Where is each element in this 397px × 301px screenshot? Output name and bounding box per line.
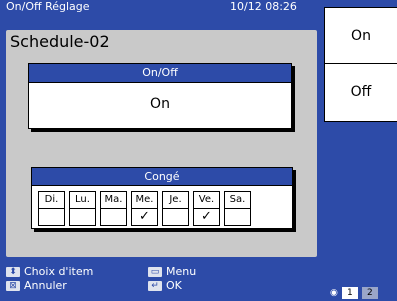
option-column: On Off [321,0,397,301]
menu-icon: ▭ [148,266,162,277]
enter-icon: ↵ [148,280,162,291]
holiday-card: Congé Di. Lu. Ma. Me. ✓ Je. Ve. ✓ Sa. [31,167,293,229]
off-button[interactable]: Off [324,63,397,122]
on-button[interactable]: On [324,7,397,66]
day-check [39,209,64,225]
ok-hint: ↵ OK [148,279,182,292]
footer: ⬍ Choix d'item ⊠ Annuler ▭ Menu ↵ OK [0,263,321,301]
day-label: Ma. [101,192,126,209]
pager: ◉ 1 2 [330,287,378,299]
top-bar: On/Off Réglage 10/12 08:26 [0,0,321,30]
day-label: Ve. [194,192,219,209]
select-hint: ⬍ Choix d'item [6,265,93,278]
select-hint-label: Choix d'item [24,265,94,278]
settings-panel: Schedule-02 On/Off On Congé Di. Lu. Ma. … [6,30,317,257]
day-label: Lu. [70,192,95,209]
menu-hint-label: Menu [166,265,197,278]
holiday-label: Congé [32,168,292,186]
onoff-label: On/Off [29,64,291,83]
day-check [163,209,188,225]
day-sun[interactable]: Di. [38,191,65,226]
day-label: Je. [163,192,188,209]
day-wed[interactable]: Me. ✓ [131,191,158,226]
cancel-hint-label: Annuler [24,279,67,292]
day-label: Me. [132,192,157,209]
holiday-days: Di. Lu. Ma. Me. ✓ Je. Ve. ✓ Sa. [38,191,251,226]
page-dot-icon: ◉ [330,288,338,298]
day-label: Di. [39,192,64,209]
day-fri[interactable]: Ve. ✓ [193,191,220,226]
onoff-card[interactable]: On/Off On [28,63,292,129]
day-check [70,209,95,225]
page-2[interactable]: 2 [361,287,378,299]
menu-hint: ▭ Menu [148,265,196,278]
day-thu[interactable]: Je. [162,191,189,226]
screen-title: On/Off Réglage [6,0,90,13]
schedule-name: Schedule-02 [10,32,110,51]
cancel-hint: ⊠ Annuler [6,279,67,292]
page-1[interactable]: 1 [341,287,358,299]
day-check [101,209,126,225]
updown-icon: ⬍ [6,266,20,277]
cancel-icon: ⊠ [6,280,20,291]
ok-hint-label: OK [166,279,182,292]
clock: 10/12 08:26 [230,0,297,13]
day-tue[interactable]: Ma. [100,191,127,226]
day-check: ✓ [201,209,212,224]
day-label: Sa. [225,192,250,209]
onoff-value: On [150,96,170,112]
day-check: ✓ [139,209,150,224]
day-sat[interactable]: Sa. [224,191,251,226]
day-check [225,209,250,225]
day-mon[interactable]: Lu. [69,191,96,226]
